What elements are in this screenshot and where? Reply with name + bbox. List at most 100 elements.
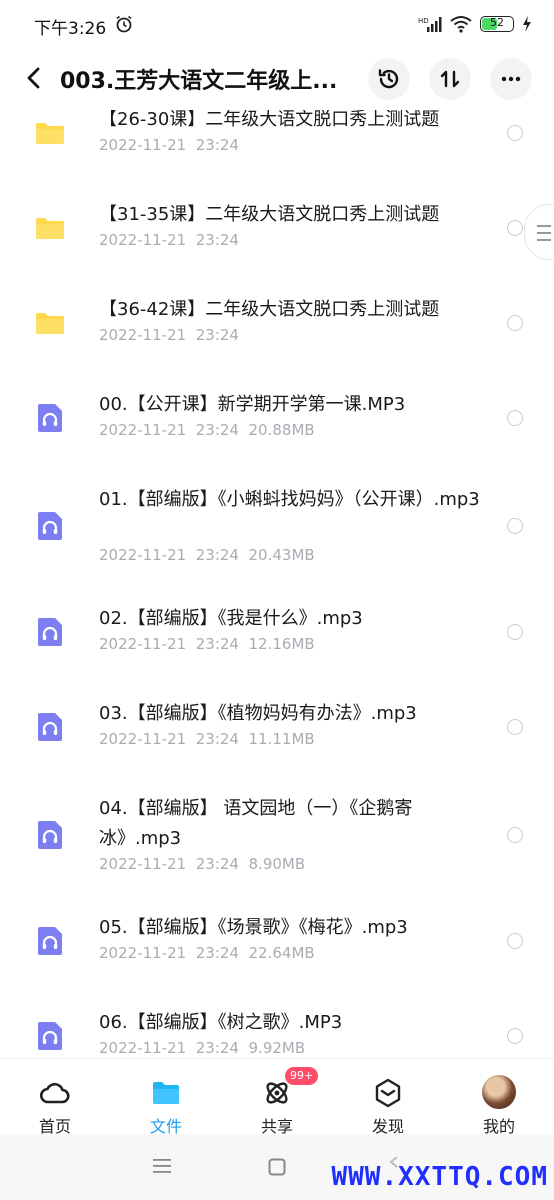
file-size: 22.64MB xyxy=(248,944,315,962)
app-header: 003.王芳大语文二年级上... xyxy=(0,48,554,110)
avatar xyxy=(482,1075,516,1109)
file-size: 20.43MB xyxy=(248,546,315,564)
more-button[interactable] xyxy=(490,58,532,100)
file-date: 2022-11-21 xyxy=(99,944,187,962)
signal-icon: HD xyxy=(418,17,442,32)
file-time: 23:24 xyxy=(195,1039,239,1057)
file-date: 2022-11-21 xyxy=(99,136,187,154)
status-time: 下午3:26 xyxy=(34,19,107,39)
folder-row[interactable]: 【31-35课】二年级大语文脱口秀上测试题 2022-11-21 23:24 xyxy=(0,185,554,280)
select-radio[interactable] xyxy=(507,410,523,426)
file-date: 2022-11-21 xyxy=(99,231,187,249)
file-meta: 2022-11-21 23:24 xyxy=(99,326,239,344)
audio-file-icon xyxy=(38,713,62,741)
bottom-nav: 首页 文件 99+ 共享 发现 我的 xyxy=(0,1058,554,1136)
file-meta: 2022-11-21 23:24 12.16MB xyxy=(99,635,315,653)
file-time: 23:24 xyxy=(195,855,239,873)
file-name: 06.【部编版】《树之歌》.MP3 xyxy=(99,1012,343,1033)
audio-file-row[interactable]: 04.【部编版】 语文园地（一）《企鹅寄冰》.mp3 2022-11-21 23:… xyxy=(0,779,554,898)
menu-icon[interactable] xyxy=(153,1158,171,1174)
file-name: 【36-42课】二年级大语文脱口秀上测试题 xyxy=(99,299,440,320)
select-radio[interactable] xyxy=(507,827,523,843)
select-radio[interactable] xyxy=(507,624,523,640)
file-date: 2022-11-21 xyxy=(99,326,187,344)
folder-icon xyxy=(36,313,64,334)
audio-file-icon xyxy=(38,927,62,955)
back-button[interactable] xyxy=(18,62,50,94)
file-date: 2022-11-21 xyxy=(99,546,187,564)
file-meta: 2022-11-21 23:24 8.90MB xyxy=(99,855,305,873)
file-size: 11.11MB xyxy=(248,730,315,748)
select-radio[interactable] xyxy=(507,719,523,735)
file-name: 03.【部编版】《植物妈妈有办法》.mp3 xyxy=(99,703,417,724)
folder-row[interactable]: 【36-42课】二年级大语文脱口秀上测试题 2022-11-21 23:24 xyxy=(0,280,554,375)
file-size: 20.88MB xyxy=(248,421,315,439)
page-title: 003.王芳大语文二年级上... xyxy=(60,69,338,94)
audio-file-row[interactable]: 03.【部编版】《植物妈妈有办法》.mp3 2022-11-21 23:24 11… xyxy=(0,684,554,779)
battery-level-label: 52 xyxy=(490,16,504,29)
file-name: 02.【部编版】《我是什么》.mp3 xyxy=(99,608,363,629)
file-date: 2022-11-21 xyxy=(99,730,187,748)
file-date: 2022-11-21 xyxy=(99,421,187,439)
more-icon xyxy=(501,76,521,82)
select-radio[interactable] xyxy=(507,1028,523,1044)
audio-file-row[interactable]: 02.【部编版】《我是什么》.mp3 2022-11-21 23:24 12.16… xyxy=(0,589,554,684)
nav-home[interactable]: 首页 xyxy=(0,1059,110,1136)
drawer-lines-icon xyxy=(537,225,551,241)
folder-icon xyxy=(153,1082,179,1104)
audio-file-row[interactable]: 00.【公开课】新学期开学第一课.MP3 2022-11-21 23:24 20.… xyxy=(0,375,554,470)
file-list: 【26-30课】二年级大语文脱口秀上测试题 2022-11-21 23:24 【31… xyxy=(0,110,554,1058)
file-date: 2022-11-21 xyxy=(99,855,187,873)
file-meta: 2022-11-21 23:24 11.11MB xyxy=(99,730,315,748)
nav-discover[interactable]: 发现 xyxy=(333,1059,443,1136)
file-time: 23:24 xyxy=(195,546,239,564)
wifi-icon xyxy=(450,16,472,33)
file-name: 【31-35课】二年级大语文脱口秀上测试题 xyxy=(99,204,440,225)
file-name: 05.【部编版】《场景歌》《梅花》.mp3 xyxy=(99,917,408,938)
audio-file-row[interactable]: 06.【部编版】《树之歌》.MP3 2022-11-21 23:24 9.92MB xyxy=(0,993,554,1058)
file-date: 2022-11-21 xyxy=(99,635,187,653)
file-meta: 2022-11-21 23:24 20.43MB xyxy=(99,546,315,564)
audio-file-row[interactable]: 05.【部编版】《场景歌》《梅花》.mp3 2022-11-21 23:24 22… xyxy=(0,898,554,993)
file-time: 23:24 xyxy=(195,231,239,249)
file-name: 【26-30课】二年级大语文脱口秀上测试题 xyxy=(99,110,440,130)
history-icon xyxy=(378,69,399,89)
file-name: 00.【公开课】新学期开学第一课.MP3 xyxy=(99,394,406,415)
watermark: WWW.XXTTQ.COM xyxy=(331,1162,548,1192)
file-time: 23:24 xyxy=(195,944,239,962)
select-radio[interactable] xyxy=(507,315,523,331)
audio-file-icon xyxy=(38,1022,62,1050)
file-meta: 2022-11-21 23:24 22.64MB xyxy=(99,944,315,962)
audio-file-row[interactable]: 01.【部编版】《小蝌蚪找妈妈》（公开课）.mp3 2022-11-21 23:2… xyxy=(0,470,554,589)
status-indicators: HD 52 xyxy=(418,12,532,36)
audio-file-icon xyxy=(38,618,62,646)
folder-icon xyxy=(36,218,64,239)
file-time: 23:24 xyxy=(195,421,239,439)
select-radio[interactable] xyxy=(507,220,523,236)
home-cloud-icon xyxy=(39,1082,70,1104)
nav-share[interactable]: 99+ 共享 xyxy=(222,1059,332,1136)
nav-files[interactable]: 文件 xyxy=(111,1059,221,1136)
select-radio[interactable] xyxy=(507,518,523,534)
home-square-icon[interactable] xyxy=(268,1158,286,1176)
folder-icon xyxy=(36,123,64,144)
history-button[interactable] xyxy=(368,58,410,100)
status-bar: 下午3:26 HD 52 xyxy=(0,0,554,48)
file-time: 23:24 xyxy=(195,136,239,154)
sort-icon xyxy=(440,70,460,88)
alarm-icon xyxy=(116,15,132,33)
file-size: 9.92MB xyxy=(248,1039,306,1057)
audio-file-icon xyxy=(38,512,62,540)
file-name: 01.【部编版】《小蝌蚪找妈妈》（公开课）.mp3 xyxy=(99,489,480,510)
sort-button[interactable] xyxy=(429,58,471,100)
discover-cube-icon xyxy=(375,1078,401,1108)
file-time: 23:24 xyxy=(195,730,239,748)
file-meta: 2022-11-21 23:24 xyxy=(99,136,239,154)
folder-row[interactable]: 【26-30课】二年级大语文脱口秀上测试题 2022-11-21 23:24 xyxy=(0,110,554,185)
nav-profile[interactable]: 我的 xyxy=(444,1059,554,1136)
file-meta: 2022-11-21 23:24 20.88MB xyxy=(99,421,315,439)
select-radio[interactable] xyxy=(507,125,523,141)
file-size: 8.90MB xyxy=(248,855,306,873)
file-meta: 2022-11-21 23:24 9.92MB xyxy=(99,1039,305,1057)
select-radio[interactable] xyxy=(507,933,523,949)
